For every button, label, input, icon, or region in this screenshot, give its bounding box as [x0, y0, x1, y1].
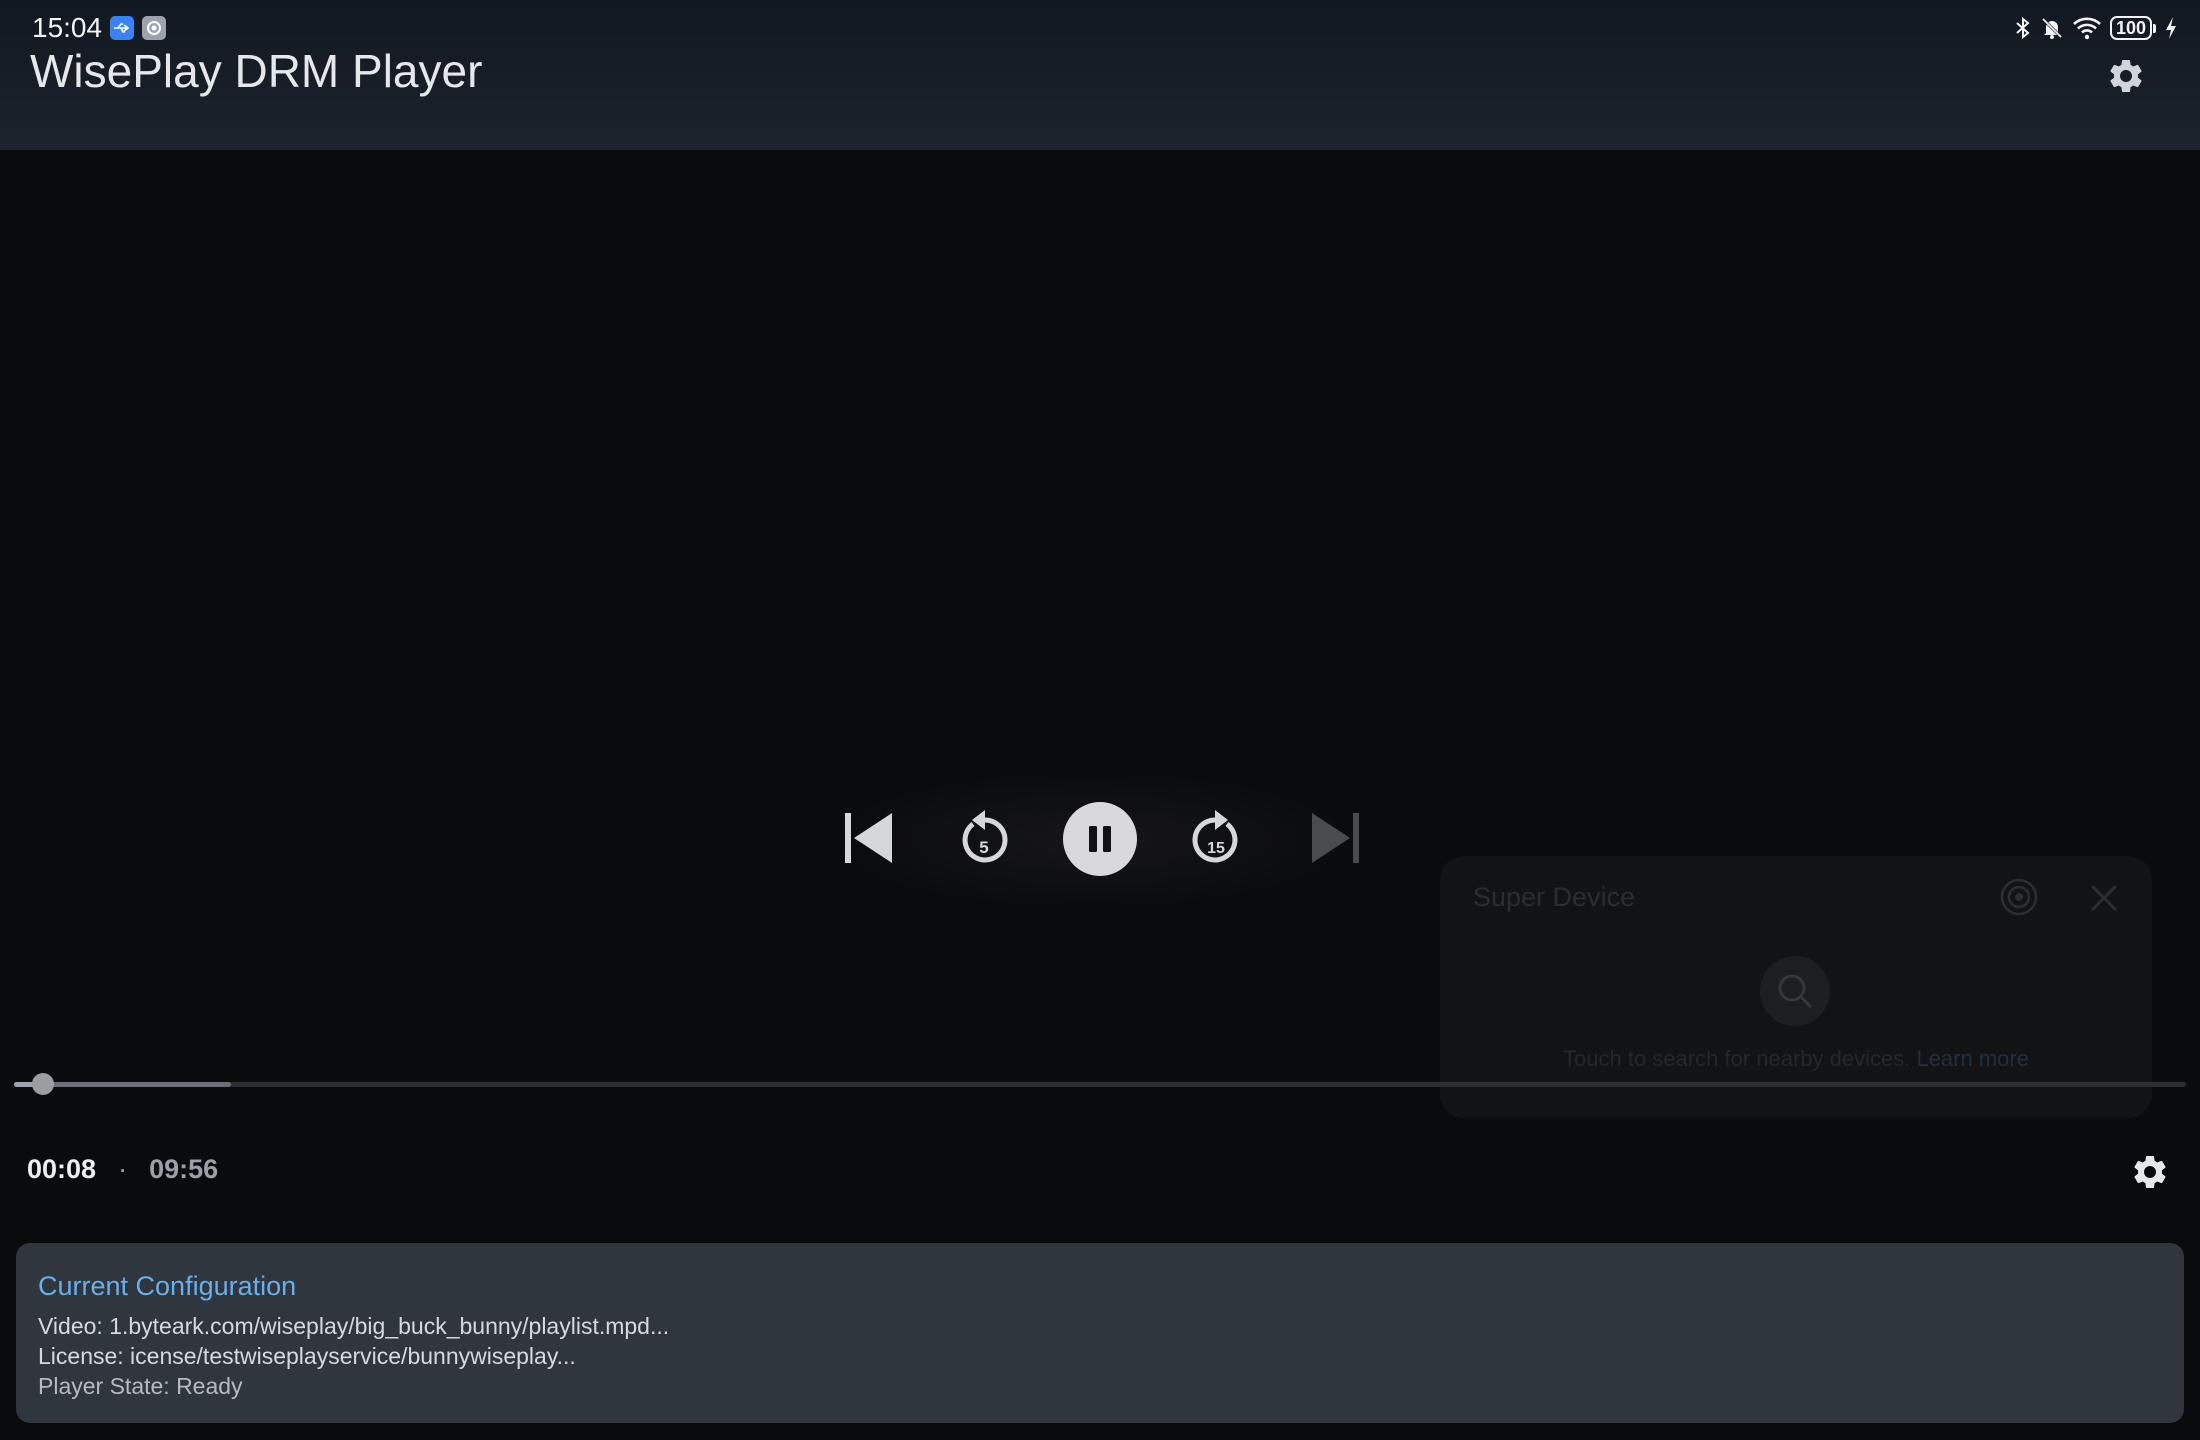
- wifi-icon: [2073, 17, 2101, 40]
- playback-controls: 5 15: [820, 770, 1360, 910]
- rewind-seconds: 5: [979, 838, 988, 857]
- device-search-button[interactable]: [1760, 956, 1830, 1026]
- total-duration: 09:56: [149, 1154, 219, 1184]
- status-time: 15:04: [32, 12, 103, 43]
- camera-icon: [142, 16, 167, 40]
- seek-track: [14, 1082, 2186, 1087]
- close-icon[interactable]: [2084, 878, 2124, 918]
- skip-next-icon[interactable]: [1308, 810, 1362, 866]
- rewind-5-icon[interactable]: 5: [957, 808, 1011, 868]
- time-display: 00:08 · 09:56: [27, 1154, 218, 1185]
- hint-text: Touch to search for nearby devices.: [1563, 1046, 1911, 1071]
- app-root: 15:04 100 WisePlay DRM Player 5 15 Super…: [0, 0, 2200, 1440]
- current-time: 00:08: [27, 1154, 97, 1184]
- seek-bar[interactable]: [14, 1073, 2186, 1095]
- forward-15-icon[interactable]: 15: [1189, 808, 1243, 868]
- app-title: WisePlay DRM Player: [30, 45, 483, 97]
- pause-icon: [1089, 826, 1111, 852]
- super-device-title: Super Device: [1473, 882, 1636, 912]
- search-icon: [1778, 974, 1813, 1009]
- config-license-url: License: icense/testwiseplayservice/bunn…: [38, 1343, 576, 1369]
- player-settings-gear-icon[interactable]: [2130, 1152, 2170, 1192]
- super-device-hint: Touch to search for nearby devices. Lear…: [1440, 1046, 2152, 1072]
- forward-seconds: 15: [1207, 840, 1225, 857]
- skip-previous-icon[interactable]: [842, 810, 896, 866]
- charging-icon: [2166, 17, 2176, 39]
- radar-icon[interactable]: [1998, 876, 2040, 918]
- config-panel: Current Configuration Video: 1.byteark.c…: [16, 1243, 2184, 1423]
- status-bar-right: 100: [2014, 16, 2178, 40]
- video-surface[interactable]: 5 15 Super Device Touch to search for ne…: [0, 150, 2200, 1230]
- pause-button[interactable]: [1063, 802, 1137, 876]
- seek-thumb[interactable]: [32, 1073, 55, 1095]
- time-separator: ·: [118, 1154, 128, 1184]
- learn-more-link[interactable]: Learn more: [1916, 1046, 2029, 1071]
- config-video-url: Video: 1.byteark.com/wiseplay/big_buck_b…: [38, 1313, 670, 1339]
- bell-off-icon: [2041, 17, 2063, 39]
- usb-icon: [110, 16, 135, 40]
- bluetooth-icon: [2016, 16, 2030, 40]
- settings-gear-icon[interactable]: [2106, 56, 2146, 96]
- header: 15:04 100 WisePlay DRM Player: [0, 0, 2200, 150]
- battery-icon: 100: [2109, 16, 2156, 40]
- status-bar-left: 15:04: [32, 12, 167, 44]
- config-player-state: Player State: Ready: [38, 1373, 243, 1399]
- battery-level: 100: [2109, 16, 2152, 40]
- config-title: Current Configuration: [38, 1271, 297, 1301]
